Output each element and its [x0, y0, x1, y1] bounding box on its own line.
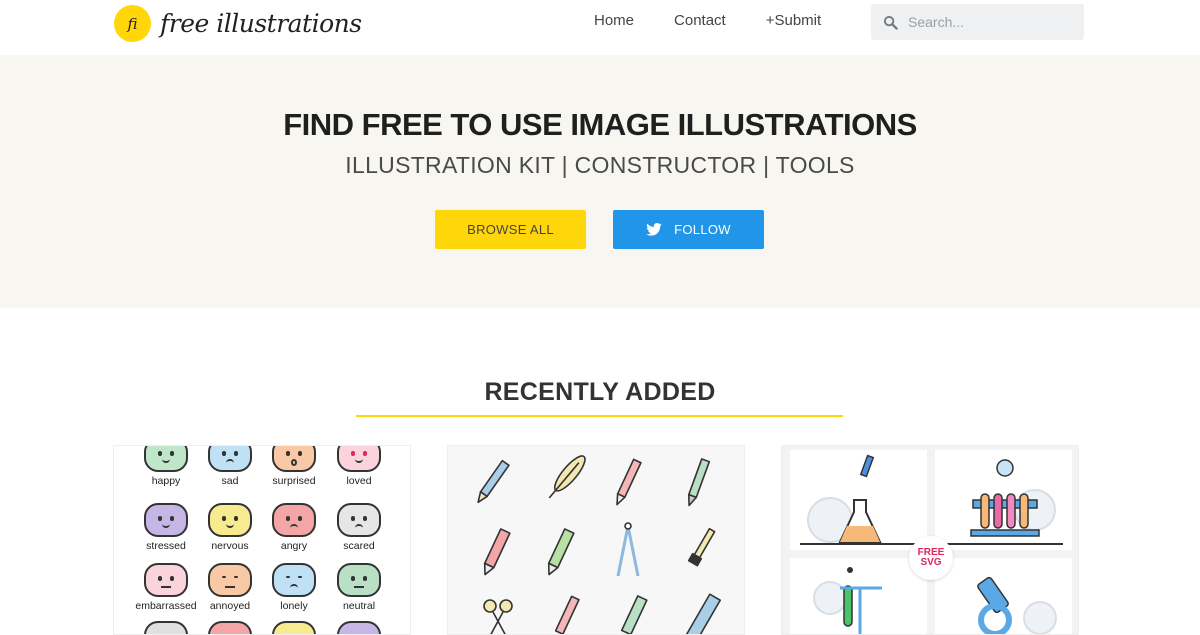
nav-submit[interactable]: +Submit: [766, 12, 821, 30]
emotion-face-icon: [208, 621, 252, 634]
emotion-item: surprised: [259, 446, 329, 487]
marker-icon: [620, 595, 648, 634]
emotion-face-icon: [144, 621, 188, 634]
pencil-icon: [477, 459, 510, 504]
search-input[interactable]: [908, 14, 1068, 30]
ruler-icon: [685, 593, 721, 634]
emotion-label: nervous: [211, 540, 249, 552]
follow-button[interactable]: FOLLOW: [613, 210, 764, 249]
emotion-label: angry: [280, 540, 308, 552]
emotion-face-icon: [272, 446, 316, 472]
emotion-item: stressed: [131, 503, 201, 552]
emotion-label: annoyed: [209, 600, 251, 612]
follow-label: FOLLOW: [674, 222, 731, 237]
emotion-item: neutral: [324, 563, 394, 612]
emotion-label: lonely: [280, 600, 308, 612]
emotion-item: lonely: [259, 563, 329, 612]
emotion-item: [259, 621, 329, 634]
emotion-item: [324, 621, 394, 634]
emotion-face-icon: [208, 446, 252, 472]
emotion-label: surprised: [272, 475, 316, 487]
lab-tile: [790, 558, 927, 634]
emotion-label: happy: [151, 475, 181, 487]
flask-icon: [800, 454, 918, 545]
site-logo[interactable]: fi free illustrations: [114, 5, 362, 42]
emotion-face-icon: [144, 563, 188, 597]
emotion-label: scared: [343, 540, 375, 552]
emotion-item: embarrassed: [131, 563, 201, 612]
pen-icon: [616, 458, 642, 506]
emotion-item: happy: [131, 446, 201, 487]
emotion-label: stressed: [146, 540, 186, 552]
test-tubes-icon: [945, 459, 1063, 545]
emotion-face-icon: [272, 503, 316, 537]
pen-icon: [554, 595, 580, 634]
stationery-illustration: [477, 455, 721, 634]
section-underline: [356, 415, 843, 417]
emotion-item: scared: [324, 503, 394, 552]
site-header: fi free illustrations Home Contact +Subm…: [0, 0, 1200, 55]
emotion-label: loved: [346, 475, 372, 487]
emotion-face-icon: [337, 621, 381, 634]
compass-icon: [616, 522, 640, 577]
emotion-face-icon: [208, 503, 252, 537]
nav-home[interactable]: Home: [594, 12, 634, 30]
emotion-item: annoyed: [195, 563, 265, 612]
hero-title: FIND FREE TO USE IMAGE ILLUSTRATIONS: [283, 107, 917, 142]
badge-svg: SVG: [920, 557, 942, 568]
hero-subtitle: ILLUSTRATION KIT | CONSTRUCTOR | TOOLS: [345, 152, 855, 178]
beaker-stand-icon: [813, 567, 882, 634]
science-lab-card[interactable]: FREE SVG: [781, 445, 1079, 635]
microscope-icon: [977, 576, 1057, 634]
twitter-icon: [646, 223, 662, 236]
lab-tile: [935, 558, 1072, 634]
emotion-label: sad: [221, 475, 239, 487]
stationery-card[interactable]: [447, 445, 745, 635]
emotion-label: neutral: [342, 600, 376, 612]
lab-tile: [790, 450, 927, 550]
emotion-face-icon: [272, 621, 316, 634]
logo-text: free illustrations: [160, 9, 362, 38]
search-box[interactable]: [871, 4, 1084, 40]
emotion-face-icon: [272, 563, 316, 597]
browse-all-label: BROWSE ALL: [467, 222, 554, 237]
emotion-face-icon: [144, 446, 188, 472]
lab-tile: [935, 450, 1072, 550]
browse-all-button[interactable]: BROWSE ALL: [435, 210, 586, 249]
emotion-item: [131, 621, 201, 634]
search-icon: [883, 15, 898, 30]
emotion-item: loved: [324, 446, 394, 487]
emotion-face-icon: [208, 563, 252, 597]
emotion-face-icon: [337, 446, 381, 472]
emotion-face-icon: [337, 503, 381, 537]
brush-icon: [687, 527, 716, 567]
emotions-card[interactable]: happy sad surprised loved stressed nervo…: [113, 445, 411, 635]
emotion-face-icon: [144, 503, 188, 537]
recently-added-title: RECENTLY ADDED: [484, 378, 716, 406]
marker-icon: [483, 528, 511, 576]
free-svg-badge: FREE SVG: [909, 536, 953, 580]
logo-mark: fi: [114, 5, 151, 42]
emotion-item: sad: [195, 446, 265, 487]
emotion-item: angry: [259, 503, 329, 552]
emotion-item: [195, 621, 265, 634]
highlighter-icon: [547, 528, 575, 576]
hero-banner: FIND FREE TO USE IMAGE ILLUSTRATIONS ILL…: [0, 55, 1200, 308]
emotion-label: embarrassed: [135, 600, 197, 612]
main-nav: Home Contact +Submit: [594, 12, 861, 30]
emotion-face-icon: [337, 563, 381, 597]
feather-icon: [548, 455, 586, 499]
emotion-item: nervous: [195, 503, 265, 552]
nav-contact[interactable]: Contact: [674, 12, 726, 30]
fountain-pen-icon: [687, 458, 711, 507]
